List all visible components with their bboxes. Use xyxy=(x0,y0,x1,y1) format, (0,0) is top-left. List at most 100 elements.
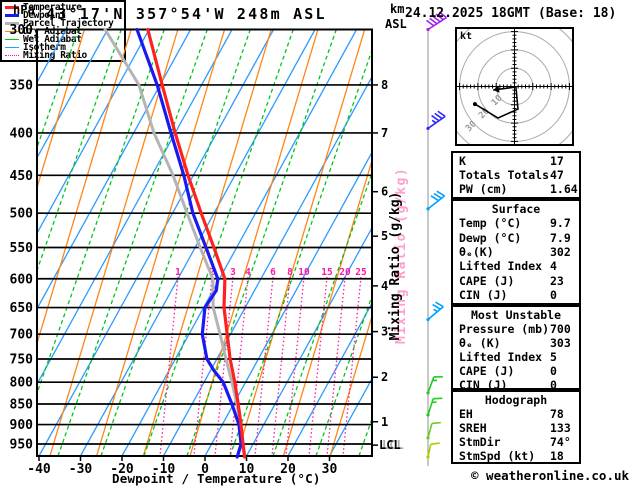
table-row: CIN (J) 0 xyxy=(453,288,579,302)
curve-dewpoint xyxy=(135,27,243,459)
pressure-tick-label: 550 xyxy=(10,241,34,256)
pressure-tick-label: 500 xyxy=(10,207,34,222)
row-label: Totals Totals xyxy=(459,168,550,182)
row-value: 17 xyxy=(550,154,564,168)
mixing-ratio-value-label: 20 xyxy=(339,267,351,278)
hodograph-ring-label: 10 xyxy=(490,93,505,108)
row-label: K xyxy=(459,154,466,168)
mixing-ratio-value-label: 6 xyxy=(270,267,276,278)
table-row: EH 78 xyxy=(453,407,579,421)
mixing-ratio-value-label: 4 xyxy=(245,267,251,278)
row-value: 47 xyxy=(550,168,564,182)
row-label: θₑ (K) xyxy=(459,336,501,350)
sounding-page: 300 350 400 450 500 550 600 650 700 750 800 850 900 9… xyxy=(0,0,629,486)
table-row: CAPE (J) 23 xyxy=(453,274,579,288)
mixing-ratio-value-label: 15 xyxy=(321,267,333,278)
row-label: Pressure (mb) xyxy=(459,322,550,336)
row-value: 302 xyxy=(550,244,571,259)
row-label: StmDir xyxy=(459,435,501,449)
temperature-tick-label: 0 xyxy=(201,462,209,477)
mixing-ratio-axis-label: Mixing Ratio (g/kg) xyxy=(388,191,403,341)
row-label: PW (cm) xyxy=(459,182,508,196)
table-row: θₑ(K) 302 xyxy=(453,245,579,259)
temperature-tick-label: 10 xyxy=(239,462,255,477)
pressure-tick-label: 450 xyxy=(10,169,34,184)
hodograph-unit-label: kt xyxy=(460,31,473,42)
temperature-tick-label: -10 xyxy=(152,462,176,477)
pressure-tick-label: 300 xyxy=(10,23,34,38)
pressure-tick-label: 850 xyxy=(10,398,34,413)
table-row: Pressure (mb) 700 xyxy=(453,322,579,336)
table-row: SREH 133 xyxy=(453,421,579,435)
row-label: EH xyxy=(459,407,473,421)
km-tick-label: 1 xyxy=(381,415,388,429)
row-value: 4 xyxy=(550,259,557,274)
pressure-tick-label: 800 xyxy=(10,376,34,391)
row-value: 5 xyxy=(550,350,557,364)
wind-barb xyxy=(426,376,443,395)
km-tick-label: 2 xyxy=(381,370,388,384)
wind-barb xyxy=(426,190,446,211)
mixing-ratio-value-label: 10 xyxy=(298,267,310,278)
mixing-ratio-value-label: 1 xyxy=(175,267,181,278)
row-label: Lifted Index xyxy=(459,259,543,274)
table-row: Lifted Index 4 xyxy=(453,259,579,273)
indices-section-surface: Surface Temp (°C) 9.7 Dewp (°C) 7.9 θₑ(K) 302 L… xyxy=(451,199,581,305)
run-datetime: 24.12.2025 18GMT (Base: 18) xyxy=(405,6,617,21)
table-row: PW (cm) 1.64 xyxy=(453,182,579,196)
row-label: θₑ(K) xyxy=(459,244,494,259)
table-row: Dewp (°C) 7.9 xyxy=(453,231,579,245)
temperature-tick-label: 30 xyxy=(322,462,338,477)
row-value: 303 xyxy=(550,336,571,350)
table-row: θₑ (K) 303 xyxy=(453,336,579,350)
row-label: StmSpd (kt) xyxy=(459,449,536,463)
pressure-tick-label: 400 xyxy=(10,126,34,141)
row-label: Lifted Index xyxy=(459,350,543,364)
table-row: StmSpd (kt) 18 xyxy=(453,449,579,463)
pressure-tick-label: 950 xyxy=(10,438,34,453)
pressure-tick-label: 900 xyxy=(10,418,34,433)
row-value: 0 xyxy=(550,287,557,302)
pressure-tick-label: 650 xyxy=(10,301,34,316)
row-label: CAPE (J) xyxy=(459,273,515,288)
mixing-ratio-value-label: 25 xyxy=(355,267,367,278)
indices-section: K 17 Totals Totals 47 PW (cm) 1.64 xyxy=(451,151,581,199)
table-row: Temp (°C) 9.7 xyxy=(453,216,579,230)
pressure-tick-label: 750 xyxy=(10,352,34,367)
wind-barb xyxy=(426,110,446,131)
table-row: K 17 xyxy=(453,154,579,168)
row-label: CAPE (J) xyxy=(459,364,515,378)
section-header: Most Unstable xyxy=(470,308,561,322)
temperature-tick-label: -20 xyxy=(110,462,134,477)
table-row: StmDir 74° xyxy=(453,435,579,449)
row-value: 23 xyxy=(550,273,564,288)
pressure-tick-label: 700 xyxy=(10,328,34,343)
row-value: 18 xyxy=(550,449,564,463)
row-label: Temp (°C) xyxy=(459,216,522,231)
row-value: 700 xyxy=(550,322,571,336)
section-header: Surface xyxy=(491,202,541,217)
lcl-label: LCL xyxy=(379,438,401,453)
temperature-tick-label: -40 xyxy=(27,462,51,477)
table-row: Lifted Index 5 xyxy=(453,350,579,364)
km-tick-label: 8 xyxy=(381,78,388,92)
hodograph-ring-label: 20 xyxy=(477,106,492,121)
indices-section-hodograph: Hodograph EH 78 SREH 133 StmDir 74° StmSpd (kt)… xyxy=(451,390,581,464)
pressure-tick-label: 350 xyxy=(10,78,34,93)
row-value: 133 xyxy=(550,421,571,435)
temperature-tick-label: 20 xyxy=(280,462,296,477)
footer-credit: © weatheronline.co.uk xyxy=(471,468,629,483)
temperature-tick-label: -30 xyxy=(69,462,93,477)
row-value: 78 xyxy=(550,407,564,421)
row-value: 74° xyxy=(550,435,571,449)
row-label: SREH xyxy=(459,421,487,435)
row-value: 1.64 xyxy=(550,182,578,196)
mixing-ratio-value-label: 3 xyxy=(230,267,236,278)
table-row: CAPE (J) 0 xyxy=(453,364,579,378)
wind-barb xyxy=(426,301,444,322)
row-label: Dewp (°C) xyxy=(459,230,522,245)
row-label: CIN (J) xyxy=(459,287,508,302)
row-value: 0 xyxy=(550,364,557,378)
row-value: 7.9 xyxy=(550,230,571,245)
km-tick-label: 7 xyxy=(381,126,388,140)
